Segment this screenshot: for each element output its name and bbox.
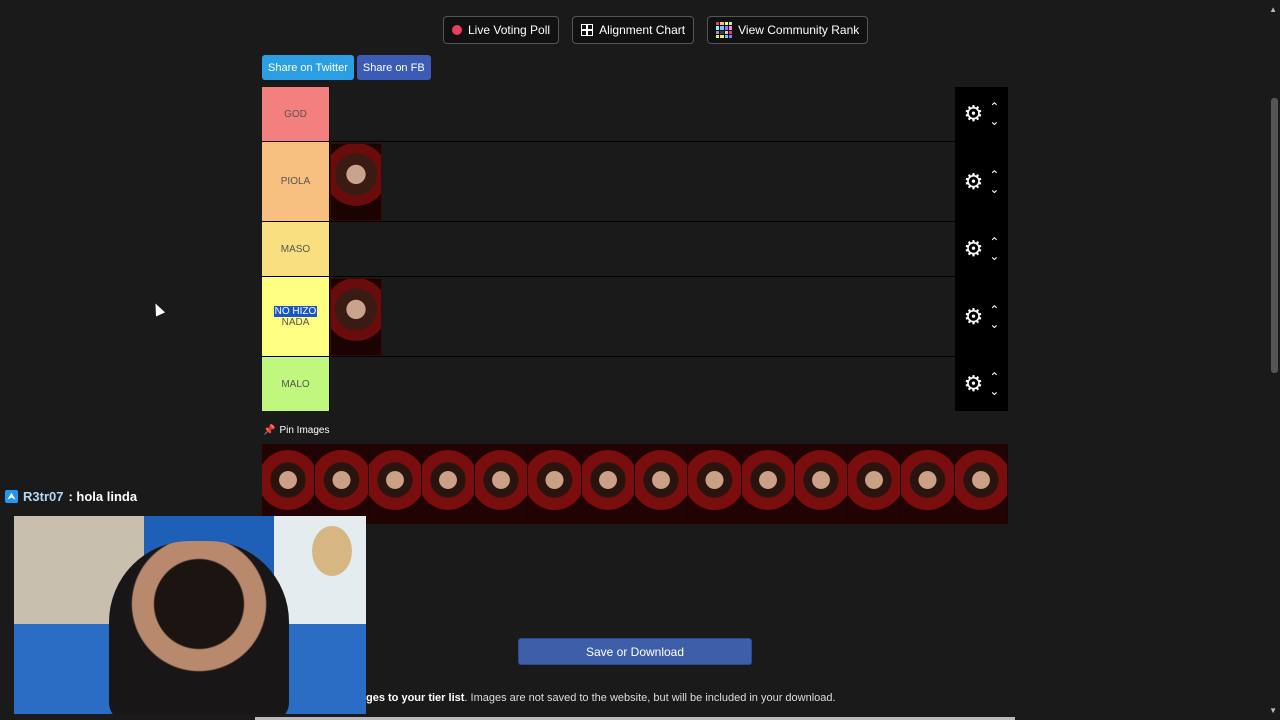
webcam-person xyxy=(109,541,289,714)
gear-icon[interactable]: ⚙ xyxy=(964,373,984,395)
tier-controls: ⚙ ⌃ ⌄ xyxy=(955,277,1008,356)
tier-label-text: GOD xyxy=(284,108,307,120)
record-dot-icon xyxy=(452,25,462,35)
tier-move-arrows: ⌃ ⌄ xyxy=(989,236,999,262)
page: Live Voting Poll Alignment Chart View Co… xyxy=(0,0,1280,720)
pool-image[interactable] xyxy=(262,444,316,524)
tier-items[interactable] xyxy=(329,87,955,141)
pool-image[interactable] xyxy=(688,444,742,524)
download-note-bold: ges to your tier list xyxy=(366,692,465,704)
chevron-up-icon[interactable]: ⌃ xyxy=(989,371,999,383)
chevron-up-icon[interactable]: ⌃ xyxy=(989,304,999,316)
pool-image[interactable] xyxy=(794,444,849,524)
chevron-down-icon[interactable]: ⌄ xyxy=(989,318,999,330)
pin-icon: 📌 xyxy=(263,425,276,436)
character-thumbnail[interactable] xyxy=(330,142,382,221)
view-community-rank-label: View Community Rank xyxy=(738,23,860,37)
gear-icon[interactable]: ⚙ xyxy=(964,238,984,260)
tier-label[interactable]: GOD xyxy=(262,87,329,141)
tier-move-arrows: ⌃ ⌄ xyxy=(989,101,999,127)
tier-label[interactable]: PIOLA xyxy=(262,142,329,221)
pool-image[interactable] xyxy=(954,444,1008,524)
tier-list: GOD ⚙ ⌃ ⌄ PIOLA ⚙ ⌃ ⌄ MASO ⚙ ⌃ ⌄ NO HIZO… xyxy=(262,87,1008,411)
image-pool xyxy=(262,444,1008,524)
download-note-text: . Images are not saved to the website, b… xyxy=(464,692,836,704)
chat-username: R3tr07 xyxy=(23,489,64,504)
gear-icon[interactable]: ⚙ xyxy=(964,305,984,328)
pool-image[interactable] xyxy=(315,444,369,524)
tier-label[interactable]: MALO xyxy=(262,357,329,411)
webcam-overlay xyxy=(14,516,366,714)
tier-label-text: MASO xyxy=(280,243,311,255)
pool-image[interactable] xyxy=(475,444,529,524)
scroll-up-icon[interactable]: ▲ xyxy=(1269,5,1277,14)
gear-icon[interactable]: ⚙ xyxy=(964,170,984,193)
tier-label-text: PIOLA xyxy=(280,176,311,187)
pin-images-toggle[interactable]: 📌 Pin Images xyxy=(263,425,329,436)
share-twitter-button[interactable]: Share on Twitter xyxy=(262,55,354,80)
scroll-thumb[interactable] xyxy=(1271,98,1278,373)
stream-chat-message: ⮝ R3tr07 : hola linda xyxy=(5,489,137,504)
chevron-up-icon[interactable]: ⌃ xyxy=(989,101,999,113)
tier-label-text: MALO xyxy=(281,378,310,390)
chevron-down-icon[interactable]: ⌄ xyxy=(989,183,999,195)
tier-controls: ⚙ ⌃ ⌄ xyxy=(955,142,1008,221)
tier-move-arrows: ⌃ ⌄ xyxy=(989,304,999,330)
tier-move-arrows: ⌃ ⌄ xyxy=(989,371,999,397)
tier-label-text: NADA xyxy=(281,316,310,328)
pin-images-label: Pin Images xyxy=(279,425,330,436)
live-voting-poll-button[interactable]: Live Voting Poll xyxy=(443,16,560,44)
pool-image[interactable] xyxy=(528,444,582,524)
tier-items[interactable] xyxy=(329,142,955,221)
tier-controls: ⚙ ⌃ ⌄ xyxy=(955,87,1008,141)
pool-image[interactable] xyxy=(421,444,476,524)
chevron-up-icon[interactable]: ⌃ xyxy=(989,169,999,181)
chat-badge-icon: ⮝ xyxy=(5,490,18,503)
webcam-guitar xyxy=(312,526,352,576)
live-voting-poll-label: Live Voting Poll xyxy=(468,23,551,37)
alignment-chart-label: Alignment Chart xyxy=(599,23,686,37)
grid-icon xyxy=(581,24,594,36)
pool-image[interactable] xyxy=(581,444,635,524)
chevron-down-icon[interactable]: ⌄ xyxy=(989,250,999,262)
tier-controls: ⚙ ⌃ ⌄ xyxy=(955,222,1008,276)
tier-items[interactable] xyxy=(329,222,955,276)
scroll-down-icon[interactable]: ▼ xyxy=(1269,706,1277,715)
chevron-down-icon[interactable]: ⌄ xyxy=(989,115,999,127)
rank-grid-icon xyxy=(716,22,733,38)
tier-move-arrows: ⌃ ⌄ xyxy=(989,169,999,195)
pool-image[interactable] xyxy=(741,444,795,524)
tier-row-god: GOD ⚙ ⌃ ⌄ xyxy=(262,87,1008,142)
save-download-button[interactable]: Save or Download xyxy=(518,638,752,665)
pool-image[interactable] xyxy=(634,444,689,524)
chevron-down-icon[interactable]: ⌄ xyxy=(989,385,999,397)
share-facebook-button[interactable]: Share on FB xyxy=(356,55,431,80)
tier-label[interactable]: MASO xyxy=(262,222,329,276)
tier-label[interactable]: NO HIZO NADA xyxy=(262,277,329,356)
tier-controls: ⚙ ⌃ ⌄ xyxy=(955,357,1008,411)
view-community-rank-button[interactable]: View Community Rank xyxy=(707,16,869,44)
gear-icon[interactable]: ⚙ xyxy=(964,103,984,125)
tier-items[interactable] xyxy=(329,277,955,356)
chevron-up-icon[interactable]: ⌃ xyxy=(989,236,999,248)
tier-row-malo: MALO ⚙ ⌃ ⌄ xyxy=(262,357,1008,411)
tier-row-piola: PIOLA ⚙ ⌃ ⌄ xyxy=(262,142,1008,222)
tier-row-no-hizo-nada: NO HIZO NADA ⚙ ⌃ ⌄ xyxy=(262,277,1008,357)
character-thumbnail[interactable] xyxy=(330,277,382,356)
download-note: ges to your tier list. Images are not sa… xyxy=(366,692,836,704)
mouse-cursor xyxy=(150,301,166,317)
tier-label-text-selected: NO HIZO xyxy=(273,305,318,317)
tier-row-maso: MASO ⚙ ⌃ ⌄ xyxy=(262,222,1008,277)
top-toolbar: Live Voting Poll Alignment Chart View Co… xyxy=(443,16,869,44)
tier-items[interactable] xyxy=(329,357,955,411)
pool-image[interactable] xyxy=(848,444,902,524)
alignment-chart-button[interactable]: Alignment Chart xyxy=(572,16,695,44)
pool-image[interactable] xyxy=(368,444,422,524)
vertical-scrollbar[interactable]: ▲ ▼ xyxy=(1267,0,1280,720)
pool-image[interactable] xyxy=(901,444,955,524)
share-bar: Share on Twitter Share on FB xyxy=(262,55,431,80)
chat-text: : hola linda xyxy=(68,489,138,504)
